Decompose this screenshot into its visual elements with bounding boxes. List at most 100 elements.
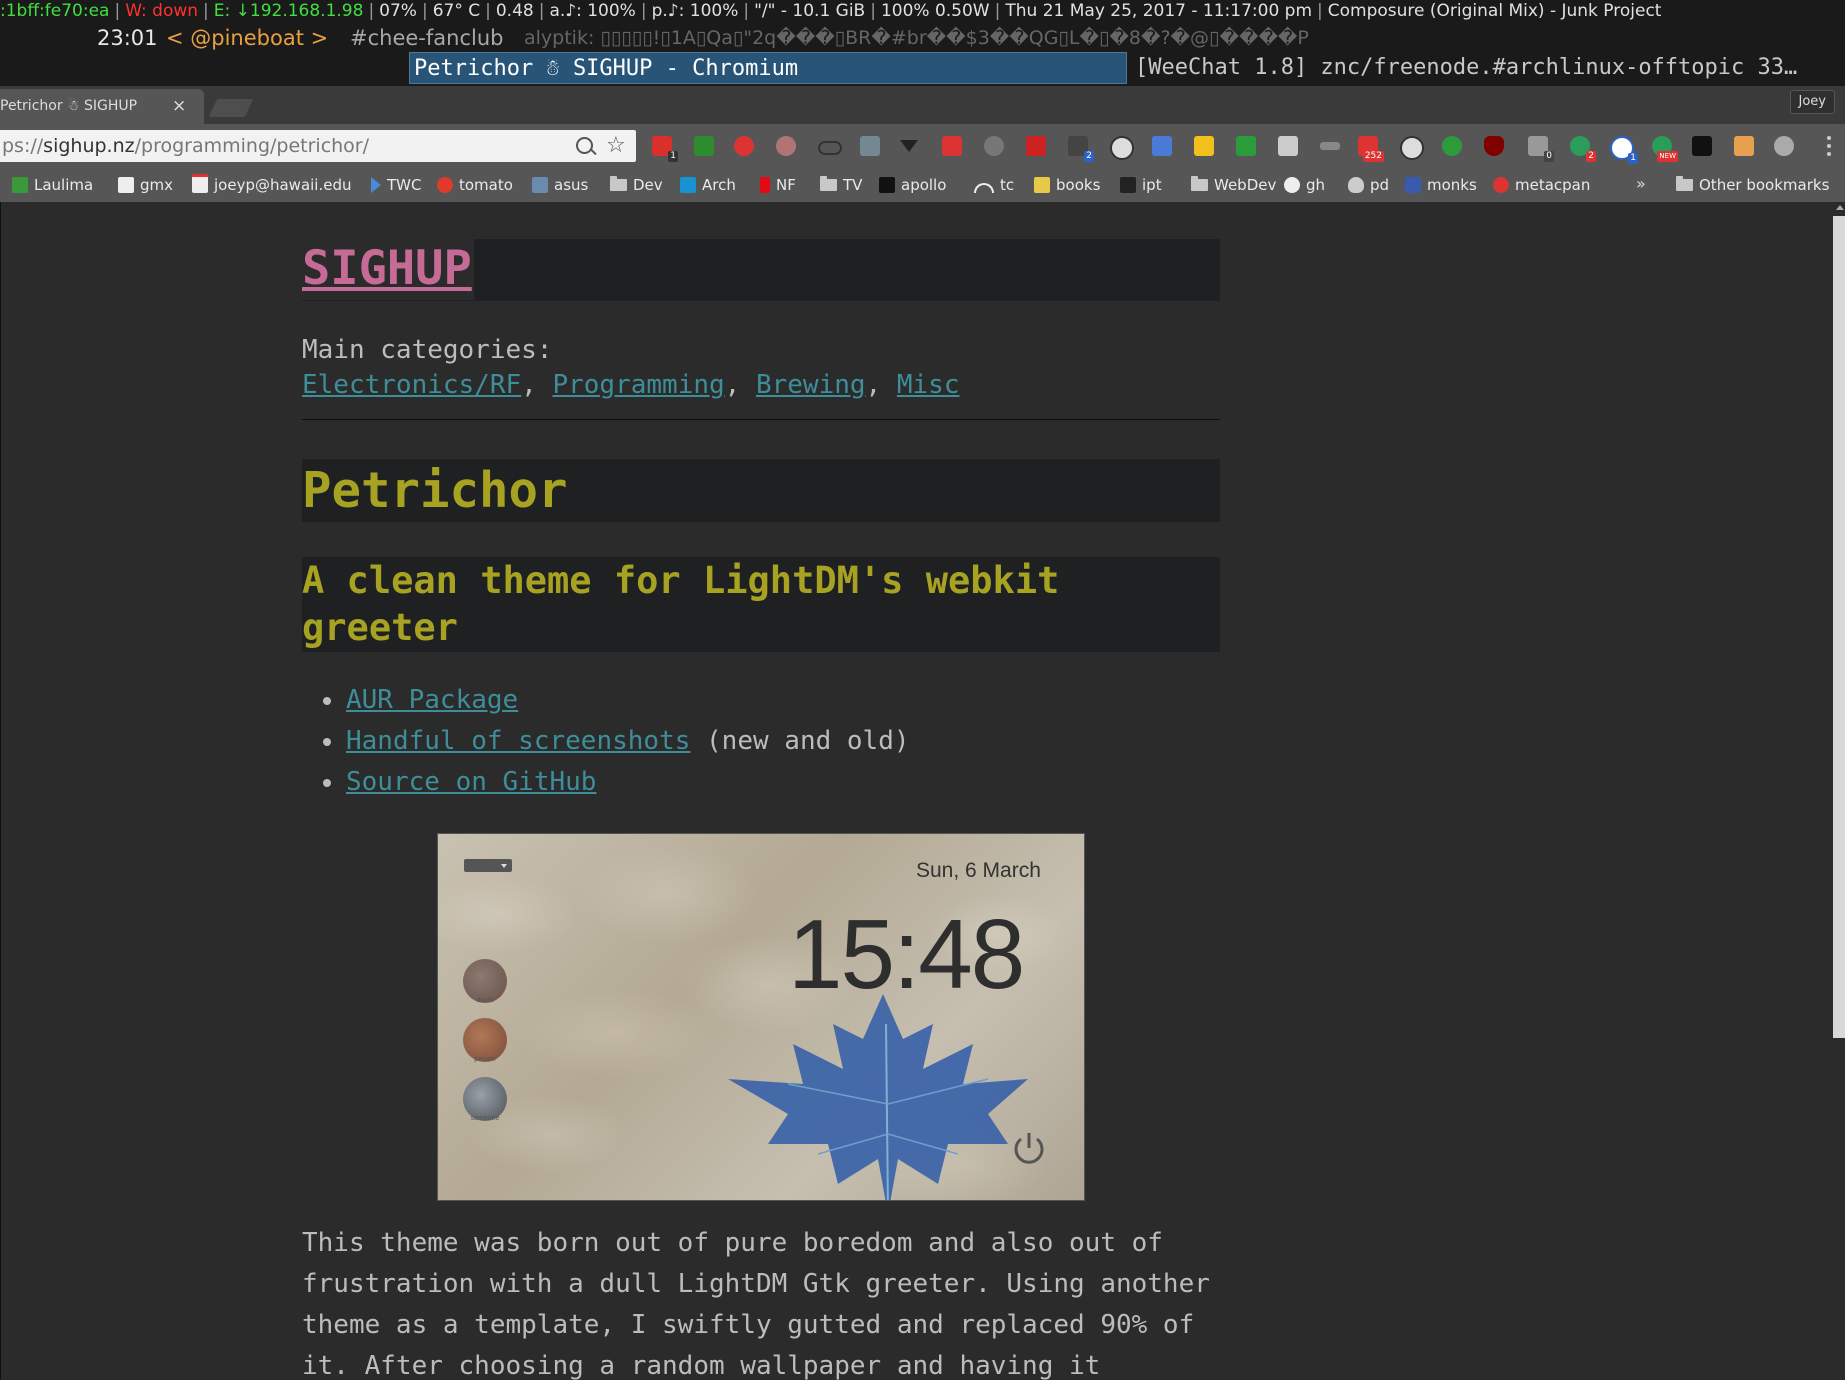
netflix-icon xyxy=(760,177,770,193)
irc-message-line: 23:01 < @pineboat > #chee-fanclub alypti… xyxy=(0,24,1845,52)
bookmark-folder-webdev[interactable]: WebDev xyxy=(1191,174,1276,196)
extension-icon-11[interactable]: 2 xyxy=(1068,136,1094,162)
pen-icon[interactable] xyxy=(1320,142,1340,150)
bookmark-folder-other[interactable]: Other bookmarks xyxy=(1676,174,1829,196)
url-text[interactable]: ps://sighup.nz/programming/petrichor/ xyxy=(2,130,369,162)
notes-icon[interactable] xyxy=(1194,136,1214,156)
bookmark-tomato[interactable]: tomato xyxy=(437,174,513,196)
star-icon[interactable]: ☆ xyxy=(606,130,626,162)
extension-icon-24[interactable]: 2 xyxy=(1570,136,1596,162)
bookmark-asus[interactable]: asus xyxy=(532,174,588,196)
ublock-icon[interactable] xyxy=(1484,136,1504,156)
bookmark-twc[interactable]: TWC xyxy=(371,174,421,196)
vimium-icon[interactable] xyxy=(694,136,714,156)
extension-icon-26[interactable]: NEW xyxy=(1652,136,1678,162)
extension-icon-25[interactable]: 1 xyxy=(1610,136,1638,164)
extension-icon-28[interactable] xyxy=(1734,136,1754,156)
screenshots-note: (new and old) xyxy=(690,726,910,756)
resource-links: AUR Package Handful of screenshots (new … xyxy=(302,680,910,803)
categories-label: Main categories: xyxy=(302,335,553,365)
new-tab-button[interactable] xyxy=(208,99,254,117)
folder-icon xyxy=(1676,176,1693,191)
checkmark-icon[interactable] xyxy=(1236,136,1256,156)
window-title-bar: Petrichor ☃ SIGHUP - Chromium [WeeChat 1… xyxy=(0,52,1845,86)
now-playing-status: Composure (Original Mix) - Junk Project xyxy=(1327,1,1662,21)
globe-icon[interactable] xyxy=(984,136,1004,156)
bullet-icon xyxy=(323,697,331,705)
irc-channel: #chee-fanclub xyxy=(350,26,504,50)
category-link-electronics[interactable]: Electronics/RF xyxy=(302,370,521,400)
screenshot-date: Sun, 6 March xyxy=(916,859,1041,882)
list-item: Handful of screenshots (new and old) xyxy=(302,721,910,762)
tab-active[interactable]: Petrichor ☃ SIGHUP × xyxy=(0,89,204,124)
category-link-brewing[interactable]: Brewing xyxy=(756,370,866,400)
leaf-icon xyxy=(12,177,28,193)
load-status: 0.48 xyxy=(495,1,534,21)
wordpress-icon[interactable] xyxy=(1110,136,1134,160)
bookmark-gh[interactable]: gh xyxy=(1284,174,1325,196)
bookmark-email[interactable]: joeyp@hawaii.edu xyxy=(192,174,352,196)
menu-icon[interactable] xyxy=(1827,136,1831,156)
bookmark-monks[interactable]: monks xyxy=(1405,174,1477,196)
download-arrow-icon[interactable] xyxy=(860,136,880,156)
bookmark-apollo[interactable]: apollo xyxy=(879,174,946,196)
bookmark-ipt[interactable]: ipt xyxy=(1120,174,1162,196)
bookmark-gmx[interactable]: gmx xyxy=(118,174,173,196)
ghostery-icon[interactable] xyxy=(734,136,754,156)
category-link-misc[interactable]: Misc xyxy=(897,370,960,400)
extension-icon-27[interactable] xyxy=(1692,136,1712,156)
record-icon[interactable] xyxy=(776,136,796,156)
bookmark-pd[interactable]: pd xyxy=(1348,174,1389,196)
bookmarks-overflow-icon[interactable]: » xyxy=(1636,174,1646,193)
drop-icon xyxy=(1348,177,1364,193)
perl-icon xyxy=(1405,177,1421,193)
apollo-icon xyxy=(879,177,895,193)
site-title-link[interactable]: SIGHUP xyxy=(302,238,474,300)
gmail-icon[interactable]: 252 xyxy=(1358,136,1384,162)
bookmark-folder-dev[interactable]: Dev xyxy=(610,174,663,196)
address-bar[interactable]: ps://sighup.nz/programming/petrichor/ ☆ xyxy=(0,130,636,162)
tab-strip: Petrichor ☃ SIGHUP × Joey xyxy=(0,86,1845,124)
intro-paragraph: This theme was born out of pure boredom … xyxy=(302,1228,1210,1380)
categories-nav: Electronics/RF, Programming, Brewing, Mi… xyxy=(302,370,960,400)
bookmark-arch[interactable]: Arch xyxy=(680,174,736,196)
aur-package-link[interactable]: AUR Package xyxy=(346,685,518,715)
irc-time: 23:01 xyxy=(97,26,158,50)
ipv6-status: :1bff:fe70:ea xyxy=(0,1,110,21)
url-scheme: ps:// xyxy=(2,135,44,157)
scroll-up-icon[interactable] xyxy=(1836,205,1844,210)
screenshots-link[interactable]: Handful of screenshots xyxy=(346,726,690,756)
wikipedia-icon[interactable] xyxy=(1442,136,1462,156)
folder-icon xyxy=(1191,176,1208,191)
page-title: Petrichor xyxy=(302,462,568,519)
list-item: Source on GitHub xyxy=(302,762,910,803)
github-source-link[interactable]: Source on GitHub xyxy=(346,767,596,797)
window-title-inactive[interactable]: [WeeChat 1.8] znc/freenode.#archlinux-of… xyxy=(1132,52,1845,84)
asus-icon xyxy=(532,177,548,193)
bookmark-tc[interactable]: tc xyxy=(974,174,1014,196)
audio-p-status: p.♪: 100% xyxy=(651,1,739,21)
bookmark-books[interactable]: books xyxy=(1034,174,1100,196)
bookmark-laulima[interactable]: Laulima xyxy=(12,174,93,196)
extension-icon-29[interactable] xyxy=(1774,136,1794,156)
screenshot-icon[interactable] xyxy=(1152,136,1172,156)
scrollbar-thumb[interactable] xyxy=(1833,216,1845,1038)
irc-message: alyptik: ▯▯▯▯▯!▯1A▯Qa▯"2q���▯BR�#br��$3�… xyxy=(524,27,1309,49)
profile-button[interactable]: Joey xyxy=(1789,90,1835,114)
category-link-programming[interactable]: Programming xyxy=(552,370,724,400)
close-icon[interactable]: × xyxy=(172,89,186,124)
zoom-icon[interactable] xyxy=(576,137,593,154)
extension-icon-23[interactable]: 0 xyxy=(1528,136,1554,162)
extension-icon-1[interactable]: 1 xyxy=(652,136,678,162)
lastpass-icon[interactable] xyxy=(1026,136,1046,156)
bookmark-nf[interactable]: NF xyxy=(760,174,796,196)
pdf-icon[interactable] xyxy=(942,136,962,156)
play-icon xyxy=(371,177,381,193)
glasses-icon[interactable] xyxy=(818,141,842,155)
extension-icon-20[interactable] xyxy=(1400,136,1424,160)
scissors-icon[interactable] xyxy=(1278,136,1298,156)
download-icon[interactable] xyxy=(900,136,920,156)
bookmark-metacpan[interactable]: metacpan xyxy=(1493,174,1590,196)
window-title-active[interactable]: Petrichor ☃ SIGHUP - Chromium xyxy=(409,52,1127,84)
bookmark-folder-tv[interactable]: TV xyxy=(820,174,862,196)
